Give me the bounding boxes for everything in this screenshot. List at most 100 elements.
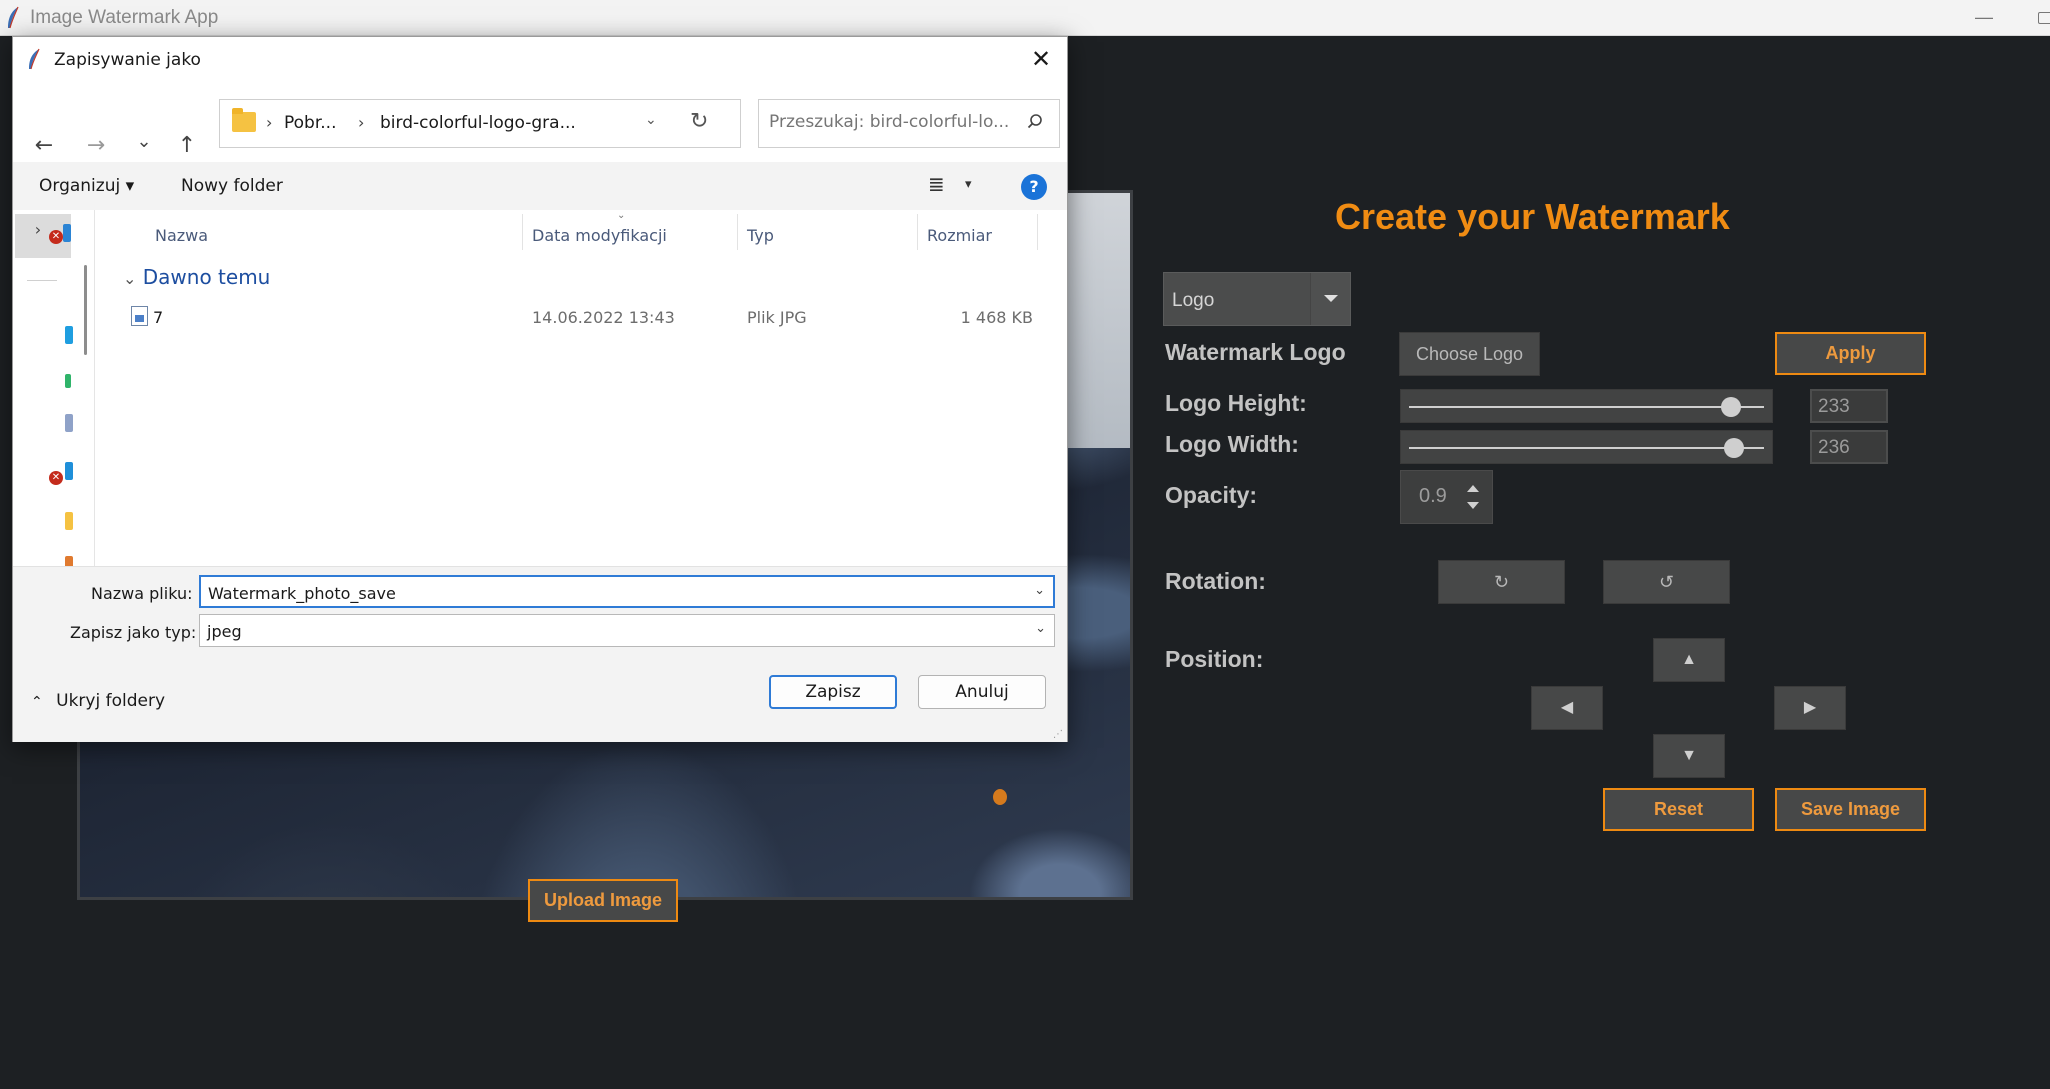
dropdown-arrow-icon[interactable] [1310, 273, 1350, 325]
nav-divider [27, 280, 57, 281]
file-name: 7 [153, 308, 164, 327]
column-header-size[interactable]: Rozmiar [927, 226, 992, 245]
page-heading: Create your Watermark [1335, 196, 1730, 237]
move-up-button[interactable]: ▲ [1653, 638, 1725, 682]
spin-up-icon[interactable] [1467, 485, 1479, 492]
slider-track [1409, 447, 1764, 449]
app-titlebar: Image Watermark App — [0, 0, 2050, 36]
nav-item-icon [65, 462, 73, 480]
feather-icon [29, 48, 40, 70]
column-header-name[interactable]: Nazwa [155, 226, 208, 245]
choose-logo-button[interactable]: Choose Logo [1399, 332, 1540, 376]
slider-handle[interactable] [1723, 438, 1744, 458]
refresh-icon[interactable]: ↻ [690, 109, 708, 134]
column-divider[interactable] [737, 214, 738, 250]
view-options-arrow-icon[interactable]: ▾ [965, 177, 972, 192]
up-folder-icon[interactable]: ↑ [172, 131, 202, 161]
cancel-button[interactable]: Anuluj [918, 675, 1046, 709]
breadcrumb-downloads[interactable]: Pobr... [284, 113, 336, 133]
chevron-down-icon[interactable]: ⌄ [645, 112, 657, 128]
file-date: 14.06.2022 13:43 [532, 308, 675, 327]
filename-label: Nazwa pliku: [91, 584, 193, 603]
organize-menu[interactable]: Organizuj ▾ [39, 176, 134, 196]
group-label: Dawno temu [142, 265, 271, 289]
view-options-icon[interactable]: ≣ [928, 172, 945, 196]
logo-height-slider[interactable] [1400, 389, 1773, 423]
watermark-type-dropdown[interactable]: Logo [1163, 272, 1351, 326]
reset-button[interactable]: Reset [1603, 788, 1754, 831]
slider-handle[interactable] [1720, 397, 1741, 417]
recent-locations-icon[interactable]: ⌄ [129, 127, 159, 157]
filetype-value: jpeg [207, 622, 242, 641]
rotation-label: Rotation: [1165, 568, 1266, 594]
rotate-counterclockwise-button[interactable]: ↺ [1603, 560, 1730, 604]
save-fields: Nazwa pliku: Watermark_photo_save ⌄ Zapi… [13, 566, 1067, 654]
filename-input[interactable]: Watermark_photo_save ⌄ [199, 575, 1055, 608]
nav-pane-scrollbar[interactable] [84, 265, 87, 355]
rotate-clockwise-button[interactable]: ↻ [1438, 560, 1565, 604]
navigation-pane: › ✕ ✕ [13, 210, 95, 566]
hide-folders-label: Ukryj foldery [56, 691, 166, 711]
back-icon[interactable]: ← [29, 131, 59, 161]
breadcrumb-separator: › [266, 113, 273, 132]
maximize-icon [2038, 12, 2050, 24]
nav-item-icon [65, 556, 73, 566]
forward-icon[interactable]: → [81, 131, 111, 161]
save-image-button[interactable]: Save Image [1775, 788, 1926, 831]
nav-item-icon [63, 224, 71, 242]
search-input[interactable] [769, 112, 1009, 132]
opacity-label: Opacity: [1165, 482, 1258, 508]
opacity-value[interactable]: 0.9 [1419, 485, 1447, 508]
group-header[interactable]: ⌄ Dawno temu [123, 265, 270, 289]
save-as-dialog: Zapisywanie jako ✕ ← → ⌄ ↑ › Pobr... › b… [12, 36, 1068, 742]
logo-height-value[interactable]: 233 [1810, 389, 1888, 423]
resize-grip-icon[interactable]: ⋰ [1053, 729, 1063, 740]
dialog-title: Zapisywanie jako [54, 50, 201, 70]
help-icon[interactable]: ? [1021, 174, 1047, 200]
photo-highlight [993, 789, 1007, 805]
file-list: Nazwa Data modyfikacji ⌄ Typ Rozmiar ⌄ D… [109, 210, 1067, 566]
error-badge-icon: ✕ [49, 230, 63, 244]
upload-image-button[interactable]: Upload Image [528, 879, 678, 922]
apply-button[interactable]: Apply [1775, 332, 1926, 375]
close-button[interactable]: ✕ [1027, 45, 1055, 73]
column-divider[interactable] [917, 214, 918, 250]
chevron-down-icon[interactable]: ⌄ [1034, 583, 1045, 598]
watermark-type-value: Logo [1172, 290, 1215, 311]
sort-indicator-icon: ⌄ [617, 210, 626, 221]
move-left-button[interactable]: ◀ [1531, 686, 1603, 730]
file-type: Plik JPG [747, 308, 807, 327]
watermark-logo-label: Watermark Logo [1165, 339, 1346, 365]
position-label: Position: [1165, 646, 1264, 672]
breadcrumb-current-folder[interactable]: bird-colorful-logo-gra... [380, 113, 576, 133]
jpg-file-icon [131, 306, 148, 326]
opacity-spinbox[interactable]: 0.9 [1400, 470, 1493, 524]
move-right-button[interactable]: ▶ [1774, 686, 1846, 730]
logo-width-label: Logo Width: [1165, 431, 1299, 457]
column-header-date[interactable]: Data modyfikacji [532, 226, 667, 245]
column-divider[interactable] [1037, 214, 1038, 250]
filetype-label: Zapisz jako typ: [70, 623, 197, 642]
minimize-button[interactable]: — [1970, 4, 1998, 32]
hide-folders-toggle[interactable]: ⌃ Ukryj foldery [31, 691, 165, 711]
address-bar[interactable]: › Pobr... › bird-colorful-logo-gra... ⌄ … [219, 99, 741, 148]
column-header-type[interactable]: Typ [747, 226, 774, 245]
search-box[interactable] [758, 99, 1060, 148]
move-down-button[interactable]: ▼ [1653, 734, 1725, 778]
logo-width-value[interactable]: 236 [1810, 430, 1888, 464]
chevron-down-icon[interactable]: ⌄ [1035, 621, 1046, 636]
filename-value: Watermark_photo_save [208, 584, 396, 603]
spin-down-icon[interactable] [1467, 502, 1479, 509]
expand-chevron-icon[interactable]: › [31, 220, 45, 240]
folder-icon [232, 108, 256, 132]
file-row[interactable]: 7 14.06.2022 13:43 Plik JPG 1 468 KB [109, 300, 1067, 334]
filetype-select[interactable]: jpeg ⌄ [199, 614, 1055, 647]
maximize-button[interactable] [2036, 4, 2050, 32]
new-folder-button[interactable]: Nowy folder [181, 176, 283, 196]
error-badge-icon: ✕ [49, 471, 63, 485]
save-button[interactable]: Zapisz [769, 675, 897, 709]
logo-width-slider[interactable] [1400, 430, 1773, 464]
column-divider[interactable] [522, 214, 523, 250]
nav-item-icon [65, 326, 73, 344]
chevron-up-icon: ⌃ [31, 694, 43, 710]
